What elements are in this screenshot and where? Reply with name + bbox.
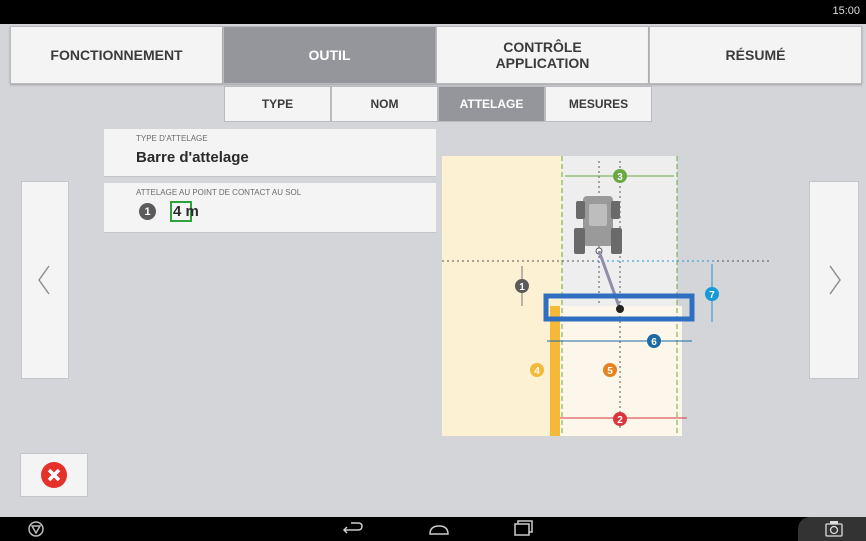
svg-text:4: 4 <box>534 366 540 377</box>
tab-outil[interactable]: OUTIL <box>223 26 436 84</box>
svg-text:3: 3 <box>617 172 623 183</box>
tab-label-line2: APPLICATION <box>495 55 590 71</box>
hitch-distance-label: ATTELAGE AU POINT DE CONTACT AU SOL <box>136 188 302 197</box>
cancel-x-icon <box>41 462 67 488</box>
marker-1: 1 <box>515 279 529 293</box>
tool-center-point <box>616 305 624 313</box>
subtab-attelage[interactable]: ATTELAGE <box>438 86 545 122</box>
field-edge-strip <box>550 306 560 436</box>
recent-apps-icon[interactable] <box>512 519 536 537</box>
marker-2: 2 <box>613 412 627 426</box>
hitch-distance-value: 4 m <box>173 203 199 220</box>
camera-icon <box>825 521 843 537</box>
hitch-distance-field[interactable]: ATTELAGE AU POINT DE CONTACT AU SOL 1 4 … <box>104 183 436 233</box>
svg-text:1: 1 <box>519 282 525 293</box>
tab-label: OUTIL <box>308 47 351 63</box>
chevron-right-icon <box>829 265 841 295</box>
tab-resume[interactable]: RÉSUMÉ <box>649 26 862 84</box>
svg-text:5: 5 <box>607 366 613 377</box>
tab-fonctionnement[interactable]: FONCTIONNEMENT <box>10 26 223 84</box>
hitch-type-value: Barre d'attelage <box>136 149 249 166</box>
subtab-label: MESURES <box>568 97 629 111</box>
tab-label: RÉSUMÉ <box>725 47 786 63</box>
svg-text:6: 6 <box>651 337 657 348</box>
marker-3: 3 <box>613 169 627 183</box>
subtab-label: ATTELAGE <box>459 97 524 111</box>
screenshot-button[interactable] <box>798 517 866 541</box>
svg-text:2: 2 <box>617 415 623 426</box>
next-page-button[interactable] <box>809 181 859 379</box>
back-icon[interactable] <box>341 520 365 538</box>
tab-label-line1: CONTRÔLE <box>503 39 582 55</box>
hitch-type-label: TYPE D'ATTELAGE <box>136 134 208 143</box>
subtab-label: NOM <box>370 97 399 111</box>
subtab-type[interactable]: TYPE <box>224 86 331 122</box>
main-tabs: FONCTIONNEMENT OUTIL CONTRÔLE APPLICATION… <box>10 26 866 86</box>
marker-5: 5 <box>603 363 617 377</box>
subtab-mesures[interactable]: MESURES <box>545 86 652 122</box>
tab-controle-application[interactable]: CONTRÔLE APPLICATION <box>436 26 649 84</box>
svg-text:7: 7 <box>709 290 715 301</box>
tab-label: CONTRÔLE APPLICATION <box>496 39 590 71</box>
marker-6: 6 <box>647 334 661 348</box>
status-time: 15:00 <box>832 5 860 17</box>
subtab-label: TYPE <box>261 97 294 111</box>
marker-4: 4 <box>530 363 544 377</box>
sub-tabs: TYPE NOM ATTELAGE MESURES <box>224 86 652 122</box>
marker-7: 7 <box>705 287 719 301</box>
tab-label: FONCTIONNEMENT <box>50 47 183 63</box>
subtab-nom[interactable]: NOM <box>331 86 438 122</box>
triangle-logo-icon[interactable] <box>27 520 45 538</box>
home-icon[interactable] <box>427 520 451 538</box>
android-nav-bar <box>0 517 866 541</box>
cancel-button[interactable] <box>20 453 88 497</box>
marker-1-badge: 1 <box>139 203 156 220</box>
prev-page-button[interactable] <box>21 181 69 379</box>
hitch-type-field[interactable]: TYPE D'ATTELAGE Barre d'attelage <box>104 129 436 177</box>
status-bar: 15:00 <box>0 0 866 24</box>
hitch-diagram: 1 2 3 4 5 6 7 <box>442 156 772 436</box>
chevron-left-icon <box>38 265 50 295</box>
